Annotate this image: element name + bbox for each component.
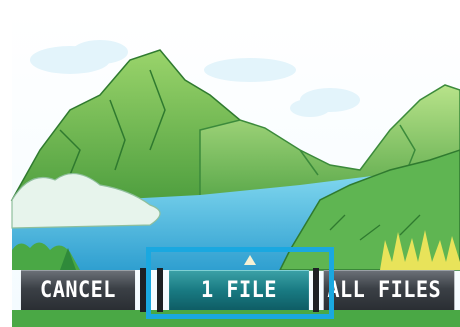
cancel-button[interactable]: CANCEL	[20, 270, 136, 310]
all-files-button[interactable]: ALL FILES	[323, 270, 455, 310]
selection-highlight-frame	[146, 247, 334, 319]
